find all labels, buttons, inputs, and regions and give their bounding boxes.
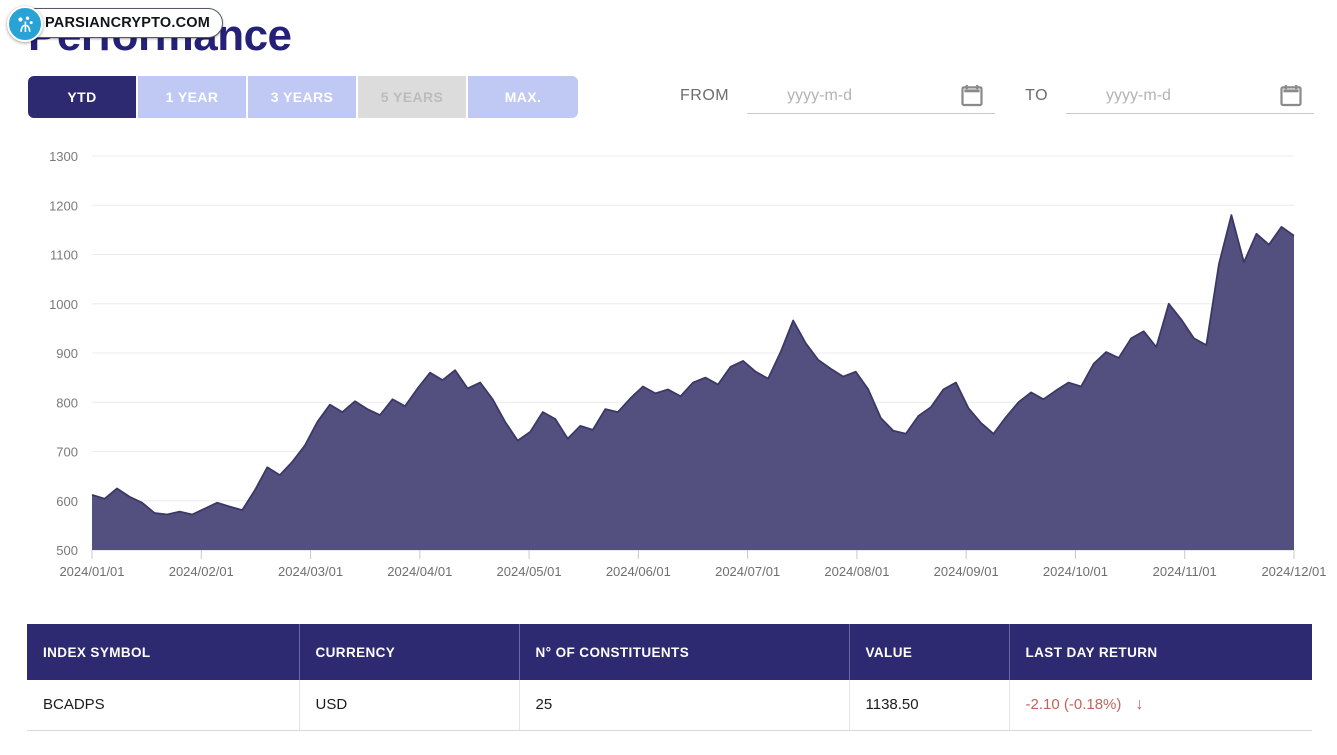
arrow-down-icon: ↓ [1136,696,1144,713]
parsian-logo-icon [7,6,43,42]
svg-text:2024/07/01: 2024/07/01 [715,564,780,579]
svg-text:2024/03/01: 2024/03/01 [278,564,343,579]
cell-last-day-return: -2.10 (-0.18%) ↓ [1009,680,1312,730]
svg-text:2024/09/01: 2024/09/01 [934,564,999,579]
to-field [1066,78,1314,114]
watermark-badge: PARSIANCRYPTO.COM [10,8,223,38]
svg-text:900: 900 [56,346,78,361]
calendar-icon[interactable] [1280,84,1302,113]
calendar-icon[interactable] [961,84,983,113]
to-date-input[interactable] [1066,87,1266,105]
svg-text:2024/02/01: 2024/02/01 [169,564,234,579]
svg-text:2024/06/01: 2024/06/01 [606,564,671,579]
svg-text:1000: 1000 [49,297,78,312]
tab-ytd[interactable]: YTD [28,76,138,118]
return-text: -2.10 (-0.18%) [1026,696,1122,713]
svg-text:2024/08/01: 2024/08/01 [824,564,889,579]
tab-1-year[interactable]: 1 YEAR [138,76,248,118]
to-label: TO [1025,87,1048,105]
col-index-symbol: INDEX SYMBOL [27,624,299,680]
tab-max[interactable]: MAX. [468,76,578,118]
svg-text:800: 800 [56,395,78,410]
svg-text:1300: 1300 [49,149,78,164]
svg-text:2024/04/01: 2024/04/01 [387,564,452,579]
svg-text:600: 600 [56,494,78,509]
col-currency: CURRENCY [299,624,519,680]
from-date-input[interactable] [747,87,947,105]
performance-area-chart[interactable]: 500 600 700 800 900 1000 1100 1200 1300 2024/01/0… [0,134,1337,584]
table-header-row: INDEX SYMBOL CURRENCY N° OF CONSTITUENTS… [27,624,1312,680]
tab-3-years[interactable]: 3 YEARS [248,76,358,118]
svg-text:2024/10/01: 2024/10/01 [1043,564,1108,579]
tab-5-years[interactable]: 5 YEARS [358,76,468,118]
svg-text:1100: 1100 [50,248,78,263]
svg-text:2024/05/01: 2024/05/01 [497,564,562,579]
performance-page: Performance PARSIANCRYPTO.COM YTD 1 YEAR… [0,0,1337,755]
watermark-text: PARSIANCRYPTO.COM [45,15,210,31]
date-range-controls: FROM TO [680,78,1314,114]
from-label: FROM [680,87,729,105]
svg-text:500: 500 [56,543,78,558]
col-last-day-return: LAST DAY RETURN [1009,624,1312,680]
svg-text:2024/11/01: 2024/11/01 [1153,564,1217,579]
performance-chart: 500 600 700 800 900 1000 1100 1200 1300 2024/01/0… [0,134,1337,584]
cell-currency: USD [299,680,519,730]
svg-text:2024/01/01: 2024/01/01 [59,564,124,579]
col-value: VALUE [849,624,1009,680]
from-field [747,78,995,114]
cell-value: 1138.50 [849,680,1009,730]
table-row[interactable]: BCADPS USD 25 1138.50 -2.10 (-0.18%) ↓ [27,680,1312,730]
period-tabs: YTD 1 YEAR 3 YEARS 5 YEARS MAX. [28,76,578,118]
svg-text:1200: 1200 [49,198,78,213]
svg-text:700: 700 [56,445,78,460]
index-summary-table: INDEX SYMBOL CURRENCY N° OF CONSTITUENTS… [27,624,1312,731]
cell-constituents: 25 [519,680,849,730]
controls-row: YTD 1 YEAR 3 YEARS 5 YEARS MAX. FROM [0,76,1337,120]
cell-index-symbol: BCADPS [27,680,299,730]
col-constituents: N° OF CONSTITUENTS [519,624,849,680]
svg-text:2024/12/01: 2024/12/01 [1261,564,1326,579]
